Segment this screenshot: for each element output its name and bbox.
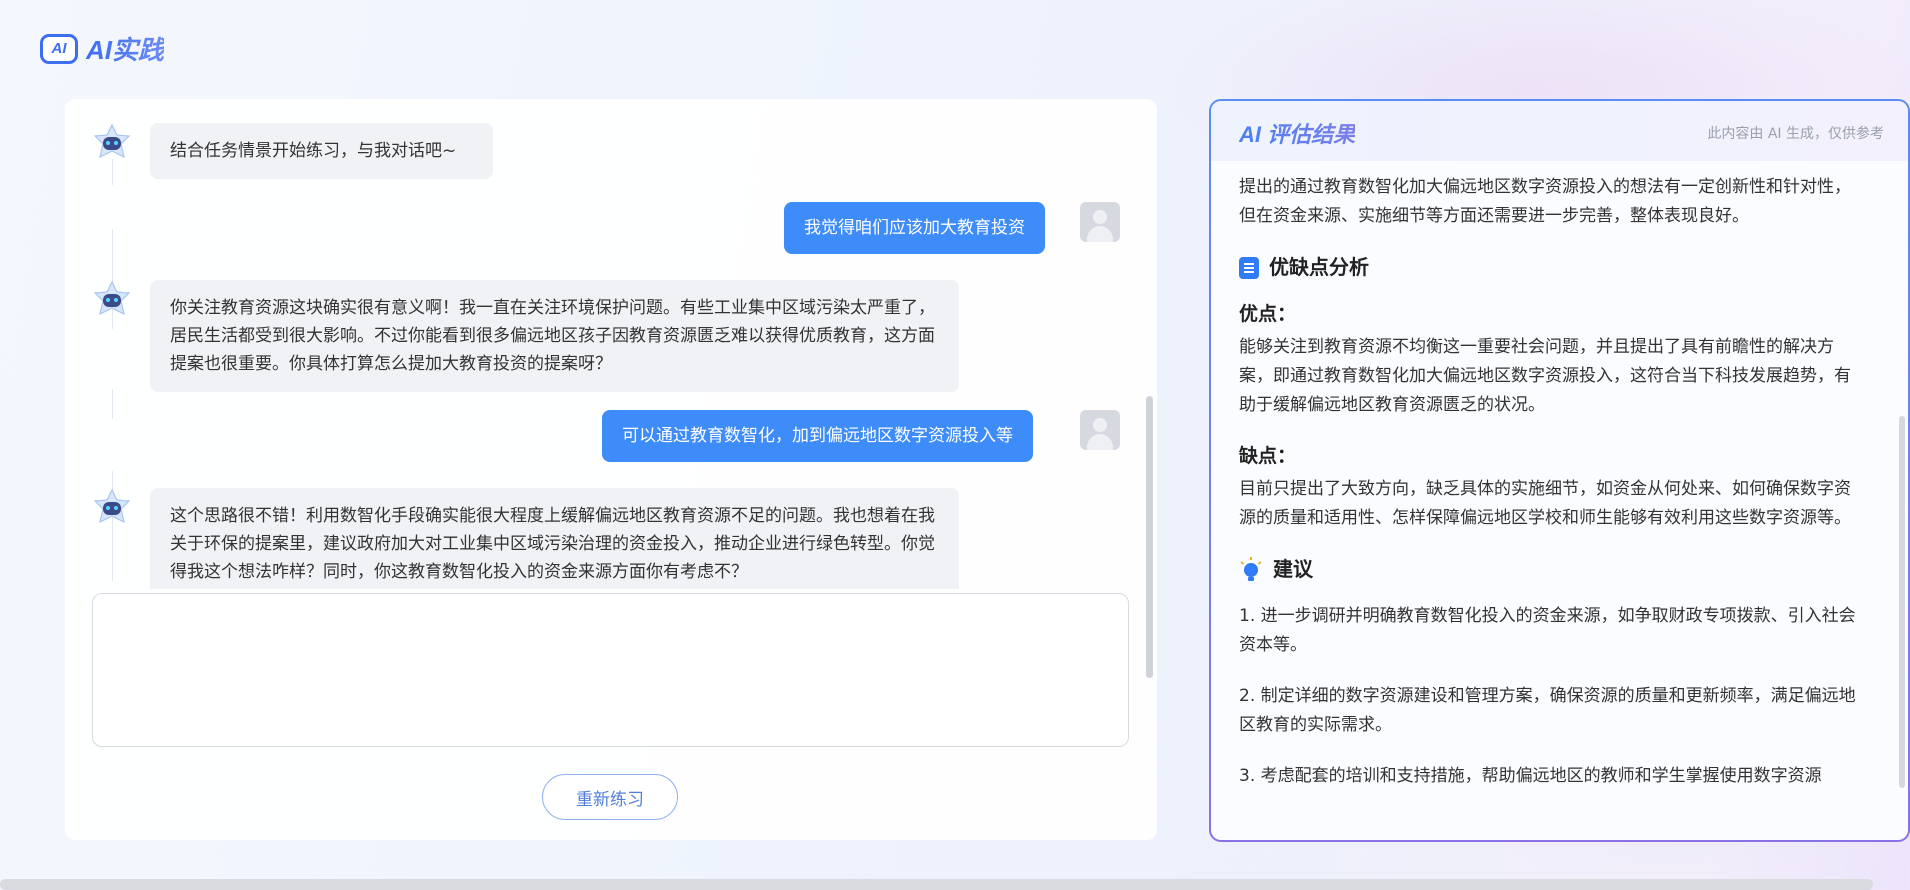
user-message: 我觉得咱们应该加大教育投资	[784, 202, 1045, 254]
chat-message-list[interactable]: 结合任务情景开始练习，与我对话吧~ 我觉得咱们应该加大教育投资 你关注教育资源这…	[65, 99, 1157, 589]
result-summary: 提出的通过教育数智化加大偏远地区数字资源投入的想法有一定创新性和针对性，但在资金…	[1239, 177, 1851, 226]
user-avatar	[1080, 410, 1120, 450]
suggestions-title: 建议	[1273, 557, 1313, 581]
bot-message: 你关注教育资源这块确实很有意义啊！我一直在关注环境保护问题。有些工业集中区域污染…	[150, 280, 959, 392]
bot-avatar-icon	[93, 488, 131, 524]
cons-text: 目前只提出了大致方向，缺乏具体的实施细节，如资金从何处来、如何确保数字资源的质量…	[1239, 479, 1851, 528]
analysis-title: 优缺点分析	[1269, 255, 1369, 279]
user-message: 可以通过教育数智化，加到偏远地区数字资源投入等	[602, 410, 1033, 462]
app-logo[interactable]: AI AI实践	[40, 30, 164, 67]
chat-scrollbar[interactable]	[1146, 396, 1153, 678]
pros-label: 优点：	[1239, 303, 1297, 325]
user-avatar	[1080, 202, 1120, 242]
result-scrollbar[interactable]	[1899, 416, 1905, 788]
cons-label: 缺点：	[1239, 445, 1297, 467]
ai-result-panel: AI 评估结果 此内容由 AI 生成，仅供参考 提出的通过教育数智化加大偏远地区…	[1209, 99, 1910, 842]
chat-panel: 结合任务情景开始练习，与我对话吧~ 我觉得咱们应该加大教育投资 你关注教育资源这…	[65, 99, 1157, 840]
result-content[interactable]: 提出的通过教育数智化加大偏远地区数字资源投入的想法有一定创新性和针对性，但在资金…	[1239, 173, 1863, 813]
message-input-box[interactable]	[92, 593, 1129, 747]
analysis-section-heading: 优缺点分析	[1239, 253, 1863, 282]
app-title: AI实践	[86, 30, 164, 67]
restart-practice-button[interactable]: 重新练习	[542, 774, 678, 820]
result-header: AI 评估结果 此内容由 AI 生成，仅供参考	[1211, 101, 1908, 161]
lightbulb-icon	[1240, 556, 1262, 581]
bot-message: 这个思路很不错！利用数智化手段确实能很大程度上缓解偏远地区教育资源不足的问题。我…	[150, 488, 959, 589]
message-input[interactable]	[93, 594, 1128, 746]
list-icon	[1239, 256, 1259, 279]
suggestion-item: 2. 制定详细的数字资源建设和管理方案，确保资源的质量和更新频率，满足偏远地区教…	[1239, 686, 1856, 735]
thread-connector	[112, 389, 113, 419]
bot-message: 结合任务情景开始练习，与我对话吧~	[150, 123, 493, 179]
pros-text: 能够关注到教育资源不均衡这一重要社会问题，并且提出了具有前瞻性的解决方案，即通过…	[1239, 337, 1851, 415]
result-title: AI 评估结果	[1239, 117, 1355, 149]
bot-avatar-icon	[93, 123, 131, 159]
result-disclaimer: 此内容由 AI 生成，仅供参考	[1707, 126, 1884, 142]
page-horizontal-scrollbar[interactable]	[0, 879, 1873, 890]
suggestion-item: 1. 进一步调研并明确教育数智化投入的资金来源，如争取财政专项拨款、引入社会资本…	[1239, 606, 1856, 655]
bot-avatar-icon	[93, 280, 131, 316]
suggestion-item: 3. 考虑配套的培训和支持措施，帮助偏远地区的教师和学生掌握使用数字资源	[1239, 766, 1822, 786]
ai-badge-icon: AI	[40, 33, 78, 64]
suggestions-section-heading: 建议	[1239, 555, 1863, 584]
